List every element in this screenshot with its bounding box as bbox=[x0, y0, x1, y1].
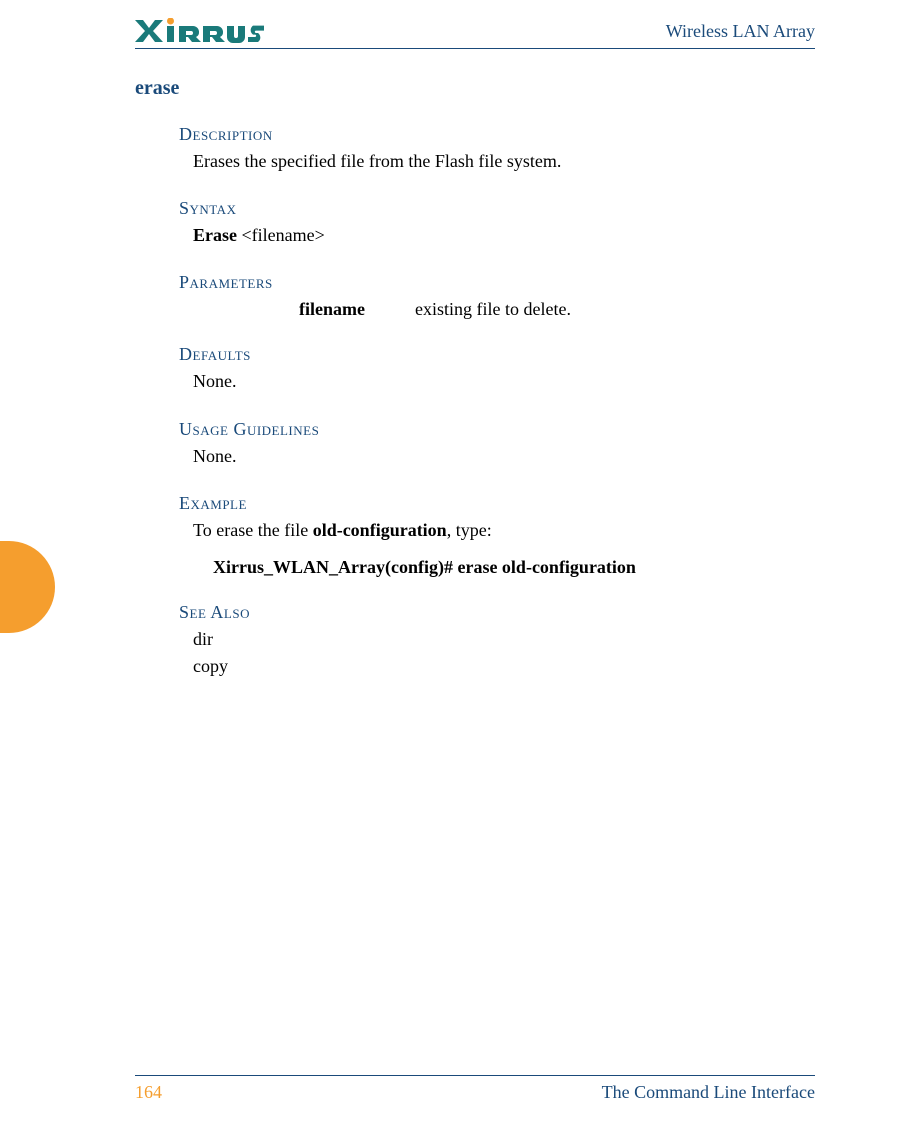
example-heading: Example bbox=[179, 493, 815, 514]
defaults-section: Defaults None. bbox=[179, 344, 815, 394]
document-title: Wireless LAN Array bbox=[666, 21, 815, 42]
defaults-body: None. bbox=[193, 369, 815, 394]
defaults-heading: Defaults bbox=[179, 344, 815, 365]
parameters-section: Parameters filename existing file to del… bbox=[179, 272, 815, 320]
page-number: 164 bbox=[135, 1082, 162, 1103]
usage-section: Usage Guidelines None. bbox=[179, 419, 815, 469]
example-intro-bold: old-configuration bbox=[313, 520, 447, 540]
syntax-body: Erase <filename> bbox=[193, 223, 815, 248]
example-intro: To erase the file old-configuration, typ… bbox=[193, 518, 815, 543]
see-also-item-1: dir bbox=[193, 627, 815, 652]
parameter-description: existing file to delete. bbox=[415, 299, 571, 320]
syntax-cmd-bold: Erase bbox=[193, 225, 237, 245]
example-section: Example To erase the file old-configurat… bbox=[179, 493, 815, 578]
parameter-name: filename bbox=[299, 299, 365, 320]
syntax-heading: Syntax bbox=[179, 198, 815, 219]
usage-heading: Usage Guidelines bbox=[179, 419, 815, 440]
description-body: Erases the specified file from the Flash… bbox=[193, 149, 815, 174]
command-title: erase bbox=[135, 77, 815, 100]
page-header: Wireless LAN Array bbox=[135, 18, 815, 49]
description-heading: Description bbox=[179, 124, 815, 145]
example-intro-pre: To erase the file bbox=[193, 520, 313, 540]
example-command: Xirrus_WLAN_Array(config)# erase old-con… bbox=[213, 557, 815, 578]
parameter-row: filename existing file to delete. bbox=[299, 299, 815, 320]
example-intro-post: , type: bbox=[447, 520, 492, 540]
footer-section-title: The Command Line Interface bbox=[602, 1082, 815, 1103]
xirrus-logo bbox=[135, 18, 285, 44]
page-content: Wireless LAN Array erase Description Era… bbox=[135, 18, 815, 679]
page-footer: 164 The Command Line Interface bbox=[135, 1075, 815, 1103]
description-section: Description Erases the specified file fr… bbox=[179, 124, 815, 174]
syntax-section: Syntax Erase <filename> bbox=[179, 198, 815, 248]
usage-body: None. bbox=[193, 444, 815, 469]
see-also-section: See Also dir copy bbox=[179, 602, 815, 679]
side-tab bbox=[0, 541, 55, 633]
see-also-heading: See Also bbox=[179, 602, 815, 623]
parameters-heading: Parameters bbox=[179, 272, 815, 293]
see-also-item-2: copy bbox=[193, 654, 815, 679]
syntax-cmd-arg: <filename> bbox=[237, 225, 325, 245]
